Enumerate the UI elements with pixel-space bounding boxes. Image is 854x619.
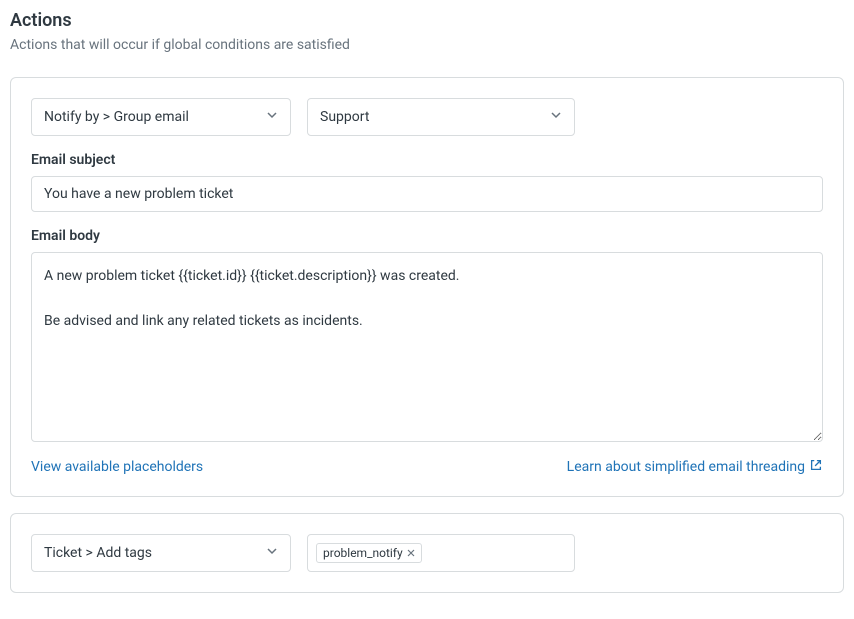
action-target-value: Support <box>320 109 369 125</box>
chevron-down-icon <box>258 109 278 125</box>
email-body-label: Email body <box>31 228 823 244</box>
action-card-notify: Notify by > Group email Support Email su… <box>10 77 844 497</box>
view-placeholders-link[interactable]: View available placeholders <box>31 459 203 475</box>
tag-remove-icon[interactable] <box>407 549 415 557</box>
email-threading-link[interactable]: Learn about simplified email threading <box>567 458 823 476</box>
action-type-select[interactable]: Notify by > Group email <box>31 98 291 136</box>
actions-header: Actions Actions that will occur if globa… <box>10 10 844 53</box>
tag-chip: problem_notify <box>316 543 422 563</box>
external-link-icon <box>809 458 823 476</box>
page-title: Actions <box>10 10 844 31</box>
action-type-select[interactable]: Ticket > Add tags <box>31 534 291 572</box>
page-subtitle: Actions that will occur if global condit… <box>10 37 844 53</box>
email-body-textarea[interactable] <box>31 252 823 442</box>
action-type-value: Ticket > Add tags <box>44 545 152 561</box>
email-threading-link-text: Learn about simplified email threading <box>567 459 805 475</box>
action-card-tags: Ticket > Add tags problem_notify <box>10 513 844 593</box>
email-subject-input[interactable] <box>31 176 823 212</box>
chevron-down-icon <box>258 545 278 561</box>
tag-label: problem_notify <box>323 546 403 560</box>
action-type-value: Notify by > Group email <box>44 109 189 125</box>
chevron-down-icon <box>542 109 562 125</box>
tags-input[interactable]: problem_notify <box>307 534 575 572</box>
action-target-select[interactable]: Support <box>307 98 575 136</box>
email-subject-label: Email subject <box>31 152 823 168</box>
